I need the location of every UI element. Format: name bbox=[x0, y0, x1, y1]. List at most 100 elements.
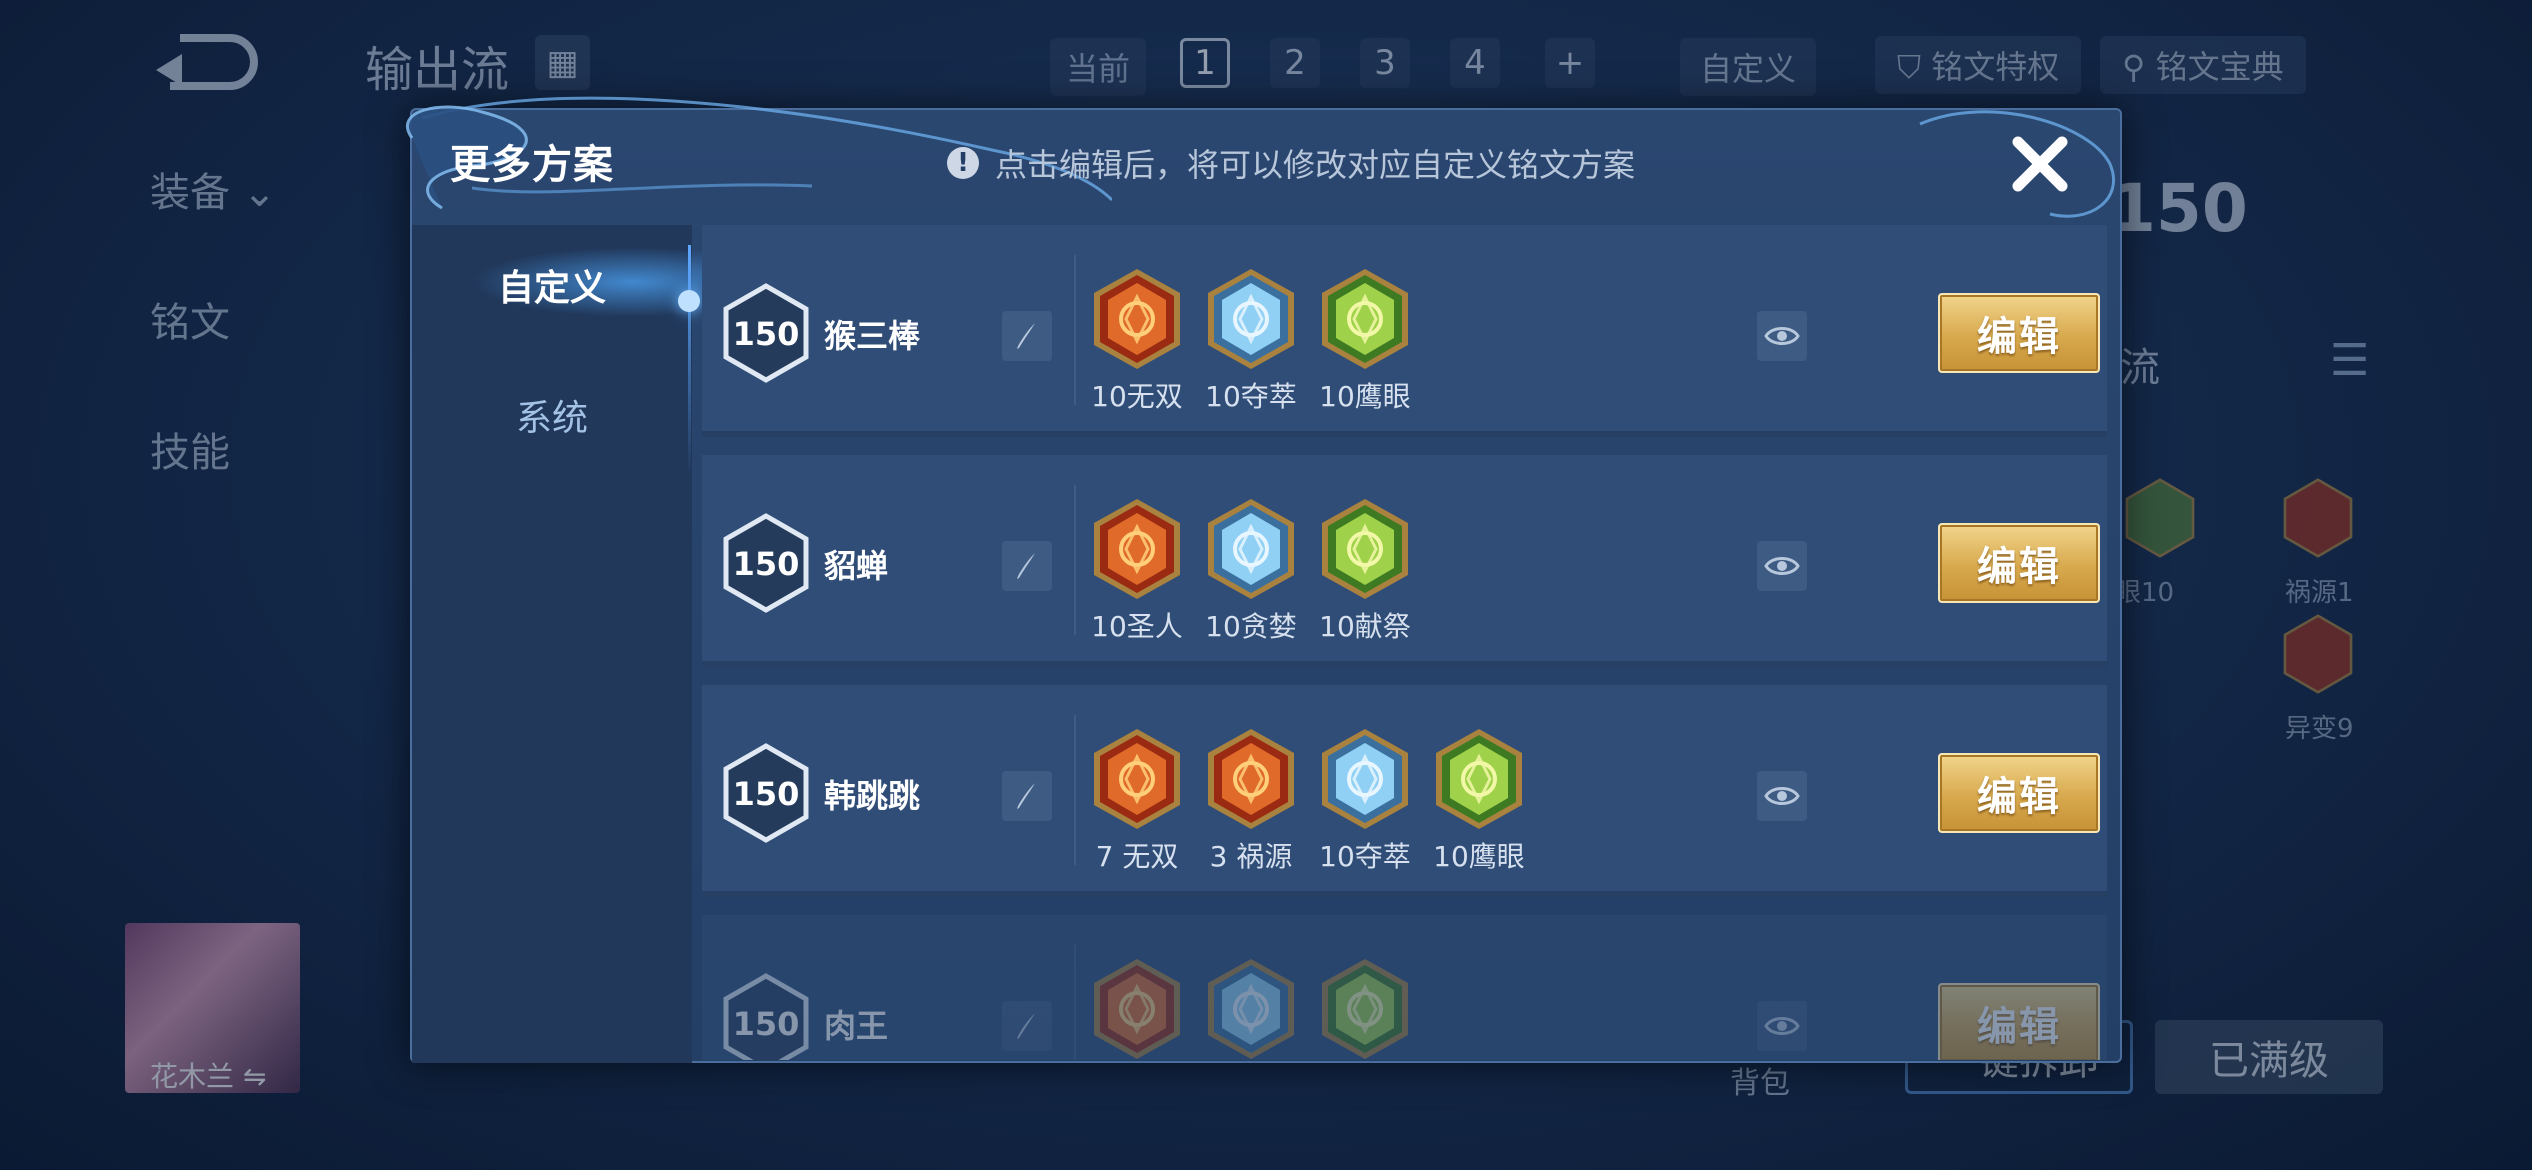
codex-button[interactable]: ⚲ 铭文宝典 bbox=[2100, 36, 2306, 94]
green-rune-icon bbox=[1322, 499, 1408, 599]
red-rune-icon bbox=[1094, 959, 1180, 1059]
scheme-list[interactable]: 150 猴三棒 10无双 10夺萃 10鹰眼 编辑 150 貂蝉 10圣人 10… bbox=[702, 225, 2107, 1060]
rename-button[interactable] bbox=[1002, 1001, 1052, 1051]
page-tab-2[interactable]: 2 bbox=[1270, 38, 1320, 88]
rename-button[interactable] bbox=[1002, 311, 1052, 361]
scheme-row: 150 猴三棒 10无双 10夺萃 10鹰眼 编辑 bbox=[702, 225, 2107, 437]
blue-rune-icon bbox=[1208, 269, 1294, 369]
blue-rune-icon bbox=[1208, 499, 1294, 599]
divider bbox=[1074, 255, 1076, 405]
rune-label: 10圣人 bbox=[1091, 610, 1183, 643]
rune-list: 10无双 10夺萃 10鹰眼 bbox=[1090, 267, 1412, 415]
green-rune-icon bbox=[1322, 959, 1408, 1059]
rune-slot: 10鹰眼 bbox=[1432, 727, 1526, 875]
divider bbox=[1074, 715, 1076, 865]
scheme-name: 猴三棒 bbox=[824, 317, 921, 355]
modal-sidebar: 自定义 系统 bbox=[412, 225, 702, 1063]
modal-title: 更多方案 bbox=[450, 142, 614, 188]
tip-text: 点击编辑后，将可以修改对应自定义铭文方案 bbox=[995, 146, 1636, 184]
red-rune-icon bbox=[1094, 729, 1180, 829]
modal-tip: ! 点击编辑后，将可以修改对应自定义铭文方案 bbox=[947, 140, 1635, 186]
hexagon-level-icon: 150 bbox=[723, 973, 809, 1060]
rune-slot: 10夺萃 bbox=[1204, 267, 1298, 415]
rune-slot bbox=[1318, 957, 1412, 1060]
more-schemes-modal: 更多方案 ! 点击编辑后，将可以修改对应自定义铭文方案 自定义 系统 150 猴… bbox=[405, 96, 2122, 1063]
bg-gem-label-3: 异变9 bbox=[2285, 714, 2354, 744]
rune-list bbox=[1090, 957, 1412, 1060]
rune-label: 10夺萃 bbox=[1205, 380, 1297, 413]
rune-slot: 10夺萃 bbox=[1318, 727, 1412, 875]
bg-gem-label-1: 眼10 bbox=[2115, 578, 2175, 608]
preview-button[interactable] bbox=[1757, 541, 1807, 591]
nav-equipment[interactable]: 装备 ⌄ bbox=[150, 160, 370, 218]
tab-custom[interactable]: 自定义 bbox=[412, 240, 692, 330]
codex-label: 铭文宝典 bbox=[2155, 48, 2284, 86]
green-rune-icon bbox=[1436, 729, 1522, 829]
edit-button[interactable]: 编辑 bbox=[1938, 293, 2100, 373]
back-button[interactable] bbox=[150, 30, 260, 90]
privilege-label: 铭文特权 bbox=[1931, 48, 2060, 86]
privilege-button[interactable]: ⛉ 铭文特权 bbox=[1875, 36, 2082, 94]
scheme-row: 150 韩跳跳 7 无双 3 祸源 10夺萃 10鹰眼 编辑 bbox=[702, 685, 2107, 897]
preview-button[interactable] bbox=[1757, 771, 1807, 821]
custom-button[interactable]: 自定义 bbox=[1680, 38, 1817, 96]
red-rune-icon bbox=[1094, 269, 1180, 369]
rune-slot bbox=[1204, 957, 1298, 1060]
list-icon[interactable]: ☰ bbox=[2330, 335, 2369, 386]
level-badge: 150 bbox=[722, 513, 810, 613]
level-value: 150 bbox=[733, 545, 800, 583]
page-tab-4[interactable]: 4 bbox=[1450, 38, 1500, 88]
pen-icon bbox=[1017, 783, 1035, 809]
divider bbox=[1074, 485, 1076, 635]
hexagon-level-icon: 150 bbox=[723, 513, 809, 613]
rune-list: 10圣人 10贪婪 10献祭 bbox=[1090, 497, 1412, 645]
grid-icon[interactable]: ▦ bbox=[535, 35, 590, 90]
level-badge: 150 bbox=[722, 743, 810, 843]
info-icon: ! bbox=[947, 147, 979, 179]
privilege-icon: ⛉ bbox=[1897, 48, 1932, 86]
rune-label: 7 无双 bbox=[1095, 840, 1179, 873]
green-rune-icon bbox=[2125, 478, 2195, 558]
edit-button[interactable]: 编辑 bbox=[1938, 523, 2100, 603]
rune-label: 10夺萃 bbox=[1319, 840, 1411, 873]
current-label: 当前 bbox=[1050, 38, 1147, 96]
rune-slot: 3 祸源 bbox=[1204, 727, 1298, 875]
divider bbox=[1074, 945, 1076, 1060]
hexagon-level-icon: 150 bbox=[723, 743, 809, 843]
close-button[interactable] bbox=[2008, 132, 2072, 196]
preview-button[interactable] bbox=[1757, 1001, 1807, 1051]
eye-icon bbox=[1764, 1017, 1800, 1035]
max-level-button[interactable]: 已满级 bbox=[2155, 1020, 2383, 1094]
pen-icon bbox=[1017, 553, 1035, 579]
tab-system[interactable]: 系统 bbox=[412, 370, 692, 460]
preview-button[interactable] bbox=[1757, 311, 1807, 361]
modal-header: 更多方案 ! 点击编辑后，将可以修改对应自定义铭文方案 bbox=[405, 96, 2120, 225]
close-icon bbox=[2012, 136, 2068, 192]
nav-skills[interactable]: 技能 bbox=[150, 420, 370, 478]
eye-icon bbox=[1764, 327, 1800, 345]
edit-button[interactable]: 编辑 bbox=[1938, 753, 2100, 833]
scheme-row: 150 貂蝉 10圣人 10贪婪 10献祭 编辑 bbox=[702, 455, 2107, 667]
rune-slot: 10献祭 bbox=[1318, 497, 1412, 645]
page-tab-1[interactable]: 1 bbox=[1180, 38, 1230, 88]
scheme-name: 韩跳跳 bbox=[824, 777, 921, 815]
page-tab-3[interactable]: 3 bbox=[1360, 38, 1410, 88]
rune-slot: 10鹰眼 bbox=[1318, 267, 1412, 415]
eye-icon bbox=[1764, 787, 1800, 805]
edit-button[interactable]: 编辑 bbox=[1938, 983, 2100, 1060]
add-page-button[interactable]: + bbox=[1545, 38, 1595, 88]
pen-icon bbox=[1017, 323, 1035, 349]
bag-label[interactable]: 背包 bbox=[1730, 1058, 1790, 1102]
level-badge: 150 bbox=[722, 973, 810, 1060]
rune-slot bbox=[1090, 957, 1184, 1060]
rune-slot: 10圣人 bbox=[1090, 497, 1184, 645]
rename-button[interactable] bbox=[1002, 771, 1052, 821]
scheme-name: 肉王 bbox=[824, 1007, 889, 1045]
hexagon-level-icon: 150 bbox=[723, 283, 809, 383]
rune-label: 10鹰眼 bbox=[1319, 380, 1411, 413]
nav-runes[interactable]: 铭文 bbox=[150, 290, 370, 348]
scheme-name: 貂蝉 bbox=[824, 547, 889, 585]
hero-name: 花木兰 ⇋ bbox=[150, 1060, 267, 1093]
rename-button[interactable] bbox=[1002, 541, 1052, 591]
level-badge: 150 bbox=[722, 283, 810, 383]
